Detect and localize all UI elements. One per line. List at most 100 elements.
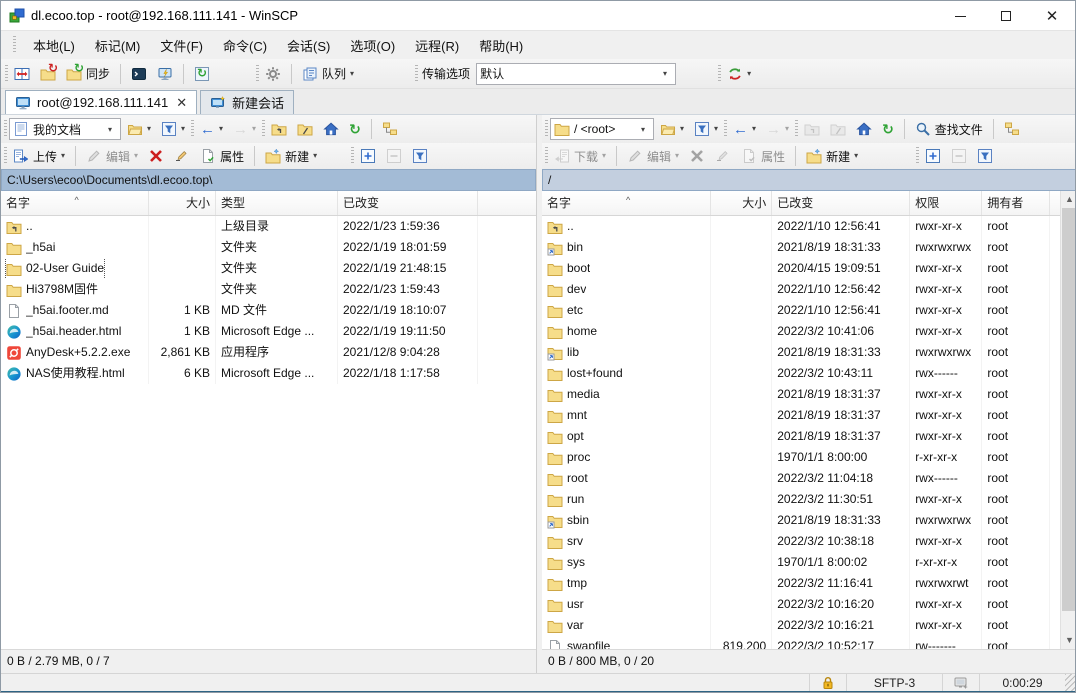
remote-drive-combo[interactable]: / <root> ▾ [550, 118, 654, 140]
column-header-rights[interactable]: 权限 [910, 191, 982, 215]
open-putty-button[interactable] [153, 64, 177, 84]
transfer-mode-button[interactable]: ▾ [723, 64, 755, 84]
column-header-name[interactable]: 名字^ [542, 191, 711, 215]
column-header-changed[interactable]: 已改变 [338, 191, 478, 215]
file-row[interactable]: _h5ai文件夹2022/1/19 18:01:59 [1, 237, 536, 258]
scroll-down-icon[interactable]: ▼ [1061, 632, 1076, 649]
local-parent-dir-button[interactable] [267, 119, 291, 139]
file-row[interactable]: ..2022/1/10 12:56:41rwxr-xr-xroot [542, 216, 1060, 237]
menu-remote[interactable]: 远程(R) [406, 32, 468, 59]
local-refresh-button[interactable]: ↻ [345, 120, 365, 138]
local-back-button[interactable]: ←▾ [196, 120, 227, 139]
local-delete-button[interactable] [144, 146, 168, 166]
encryption-status[interactable] [809, 674, 846, 691]
file-row[interactable]: swapfile819,2002022/3/2 10:52:17rw------… [542, 636, 1060, 649]
file-row[interactable]: root2022/3/2 11:04:18rwx------root [542, 468, 1060, 489]
local-open-dir-button[interactable]: ▾ [123, 119, 155, 139]
remote-home-button[interactable] [852, 119, 876, 139]
column-header-size[interactable]: 大小 [149, 191, 216, 215]
remote-root-dir-button[interactable] [826, 119, 850, 139]
connection-status[interactable] [942, 674, 979, 691]
file-row[interactable]: bin2021/8/19 18:31:33rwxrwxrwxroot [542, 237, 1060, 258]
file-row[interactable]: var2022/3/2 10:16:21rwxr-xr-xroot [542, 615, 1060, 636]
local-rename-button[interactable] [170, 146, 194, 166]
find-files-button[interactable]: 查找文件 [911, 119, 987, 140]
transfer-preset-combo[interactable]: 默认 ▾ [476, 63, 676, 85]
close-button[interactable]: ✕ [1029, 1, 1075, 31]
remote-delete-button[interactable] [685, 146, 709, 166]
local-select-button[interactable] [356, 146, 380, 166]
local-forward-button[interactable]: →▾ [229, 120, 260, 139]
file-row[interactable]: usr2022/3/2 10:16:20rwxr-xr-xroot [542, 594, 1060, 615]
file-row[interactable]: _h5ai.header.html1 KBMicrosoft Edge ...2… [1, 321, 536, 342]
local-drive-combo[interactable]: 我的文档 ▾ [9, 118, 121, 140]
upload-button[interactable]: 上传▾ [9, 146, 69, 167]
menu-help[interactable]: 帮助(H) [470, 32, 532, 59]
maximize-button[interactable] [983, 1, 1029, 31]
resize-grip[interactable] [1065, 674, 1076, 691]
file-row[interactable]: NAS使用教程.html6 KBMicrosoft Edge ...2022/1… [1, 363, 536, 384]
file-row[interactable]: AnyDesk+5.2.2.exe2,861 KB应用程序2021/12/8 9… [1, 342, 536, 363]
remote-rename-button[interactable] [711, 146, 735, 166]
refresh-session-button[interactable]: ↻ [190, 64, 214, 84]
local-properties-button[interactable]: 属性 [196, 146, 248, 167]
open-terminal-button[interactable] [127, 64, 151, 84]
remote-parent-dir-button[interactable] [800, 119, 824, 139]
queue-button[interactable]: 队列▾ [298, 63, 358, 84]
menu-file[interactable]: 文件(F) [151, 32, 212, 59]
local-unselect-button[interactable] [382, 146, 406, 166]
file-row[interactable]: opt2021/8/19 18:31:37rwxr-xr-xroot [542, 426, 1060, 447]
file-row[interactable]: home2022/3/2 10:41:06rwxr-xr-xroot [542, 321, 1060, 342]
menu-session[interactable]: 会话(S) [278, 32, 339, 59]
local-root-dir-button[interactable] [293, 119, 317, 139]
file-row[interactable]: media2021/8/19 18:31:37rwxr-xr-xroot [542, 384, 1060, 405]
vertical-scrollbar[interactable]: ▲ ▼ [1060, 191, 1076, 649]
minimize-button[interactable] [937, 1, 983, 31]
remote-forward-button[interactable]: →▾ [762, 120, 793, 139]
sync-browse-button[interactable]: ↻同步 [62, 63, 114, 84]
remote-new-button[interactable]: 新建▾ [802, 146, 862, 167]
file-row[interactable]: run2022/3/2 11:30:51rwxr-xr-xroot [542, 489, 1060, 510]
file-row[interactable]: _h5ai.footer.md1 KBMD 文件2022/1/19 18:10:… [1, 300, 536, 321]
column-header-type[interactable]: 类型 [216, 191, 338, 215]
remote-tree-button[interactable] [1000, 119, 1024, 139]
remote-edit-button[interactable]: 编辑▾ [623, 146, 683, 167]
local-path-bar[interactable]: C:\Users\ecoo\Documents\dl.ecoo.top\ [1, 169, 536, 191]
preferences-button[interactable] [261, 64, 285, 84]
file-row[interactable]: tmp2022/3/2 11:16:41rwxrwxrwtroot [542, 573, 1060, 594]
file-row[interactable]: 02-User Guide文件夹2022/1/19 21:48:15 [1, 258, 536, 279]
local-tree-button[interactable] [378, 119, 402, 139]
file-row[interactable]: lost+found2022/3/2 10:43:11rwx------root [542, 363, 1060, 384]
remote-select-button[interactable] [921, 146, 945, 166]
column-header-size[interactable]: 大小 [711, 191, 772, 215]
file-row[interactable]: dev2022/1/10 12:56:42rwxr-xr-xroot [542, 279, 1060, 300]
file-row[interactable]: etc2022/1/10 12:56:41rwxr-xr-xroot [542, 300, 1060, 321]
local-new-button[interactable]: 新建▾ [261, 146, 321, 167]
commander-layout-button[interactable] [10, 64, 34, 84]
remote-filter-button[interactable]: ▾ [690, 119, 722, 139]
menu-local[interactable]: 本地(L) [24, 32, 84, 59]
scrollbar-thumb[interactable] [1062, 208, 1076, 611]
column-header-changed[interactable]: 已改变 [772, 191, 910, 215]
remote-refresh-button[interactable]: ↻ [878, 120, 898, 138]
remote-path-bar[interactable]: / [542, 169, 1076, 191]
tab-close-icon[interactable]: ✕ [174, 95, 187, 111]
file-row[interactable]: Hi3798M固件文件夹2022/1/23 1:59:43 [1, 279, 536, 300]
file-row[interactable]: sys1970/1/1 8:00:02r-xr-xr-xroot [542, 552, 1060, 573]
remote-properties-button[interactable]: 属性 [737, 146, 789, 167]
remote-select-all-button[interactable] [973, 146, 997, 166]
scroll-up-icon[interactable]: ▲ [1061, 191, 1076, 208]
file-row[interactable]: ..上级目录2022/1/23 1:59:36 [1, 216, 536, 237]
column-header-owner[interactable]: 拥有者 [982, 191, 1050, 215]
file-row[interactable]: mnt2021/8/19 18:31:37rwxr-xr-xroot [542, 405, 1060, 426]
download-button[interactable]: 下载▾ [550, 146, 610, 167]
remote-open-dir-button[interactable]: ▾ [656, 119, 688, 139]
column-header-name[interactable]: 名字^ [1, 191, 149, 215]
local-home-button[interactable] [319, 119, 343, 139]
new-session-tab[interactable]: 新建会话 [200, 90, 294, 114]
local-edit-button[interactable]: 编辑▾ [82, 146, 142, 167]
local-select-all-button[interactable] [408, 146, 432, 166]
local-filter-button[interactable]: ▾ [157, 119, 189, 139]
remote-unselect-button[interactable] [947, 146, 971, 166]
menu-mark[interactable]: 标记(M) [86, 32, 150, 59]
